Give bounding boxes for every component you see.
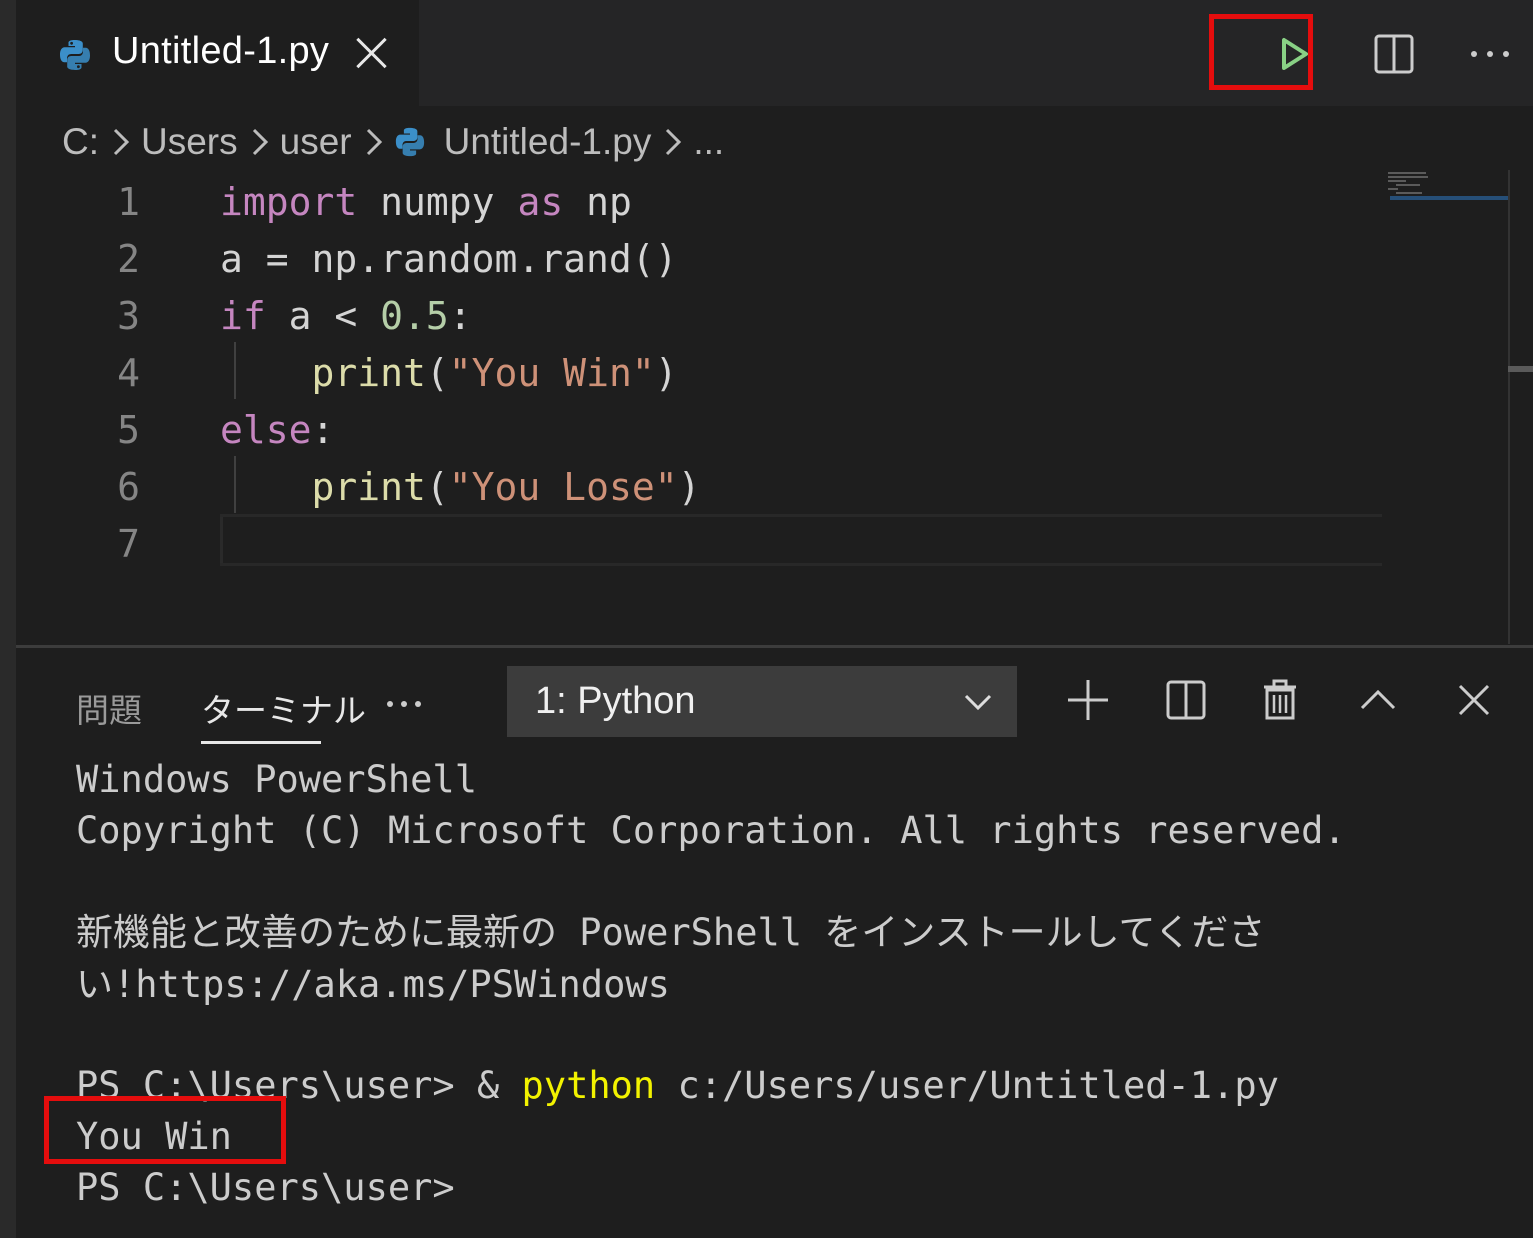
run-button-highlight-box bbox=[1209, 14, 1313, 90]
kill-terminal-button[interactable] bbox=[1258, 678, 1302, 722]
breadcrumb-file[interactable]: Untitled-1.py bbox=[394, 121, 652, 163]
split-editor-button[interactable] bbox=[1372, 32, 1416, 76]
terminal-line: 新機能と改善のために最新の PowerShell をインストールしてください!h… bbox=[76, 911, 1266, 1006]
breadcrumb-users[interactable]: Users bbox=[141, 121, 238, 163]
breadcrumb-drive[interactable]: C: bbox=[62, 121, 99, 163]
split-terminal-button[interactable] bbox=[1164, 678, 1208, 722]
panel-more-button[interactable] bbox=[382, 682, 426, 722]
current-line-highlight bbox=[220, 514, 1382, 566]
terminal-line: Copyright (C) Microsoft Corporation. All… bbox=[76, 809, 1346, 852]
close-icon bbox=[1458, 684, 1490, 716]
code-editor[interactable]: 1 import numpy as np 2 a = np.random.ran… bbox=[16, 170, 1533, 644]
ellipsis-icon bbox=[1471, 51, 1509, 57]
line-number: 7 bbox=[117, 522, 140, 566]
python-file-icon bbox=[395, 127, 424, 157]
line-number: 5 bbox=[117, 408, 140, 452]
more-actions-button[interactable] bbox=[1466, 30, 1514, 78]
line-number: 4 bbox=[117, 351, 140, 395]
maximize-panel-button[interactable] bbox=[1356, 678, 1400, 722]
editor-tab-title: Untitled-1.py bbox=[112, 30, 330, 72]
close-panel-button[interactable] bbox=[1452, 678, 1496, 722]
line-number: 3 bbox=[117, 294, 140, 338]
chevron-right-icon bbox=[666, 128, 682, 156]
output-highlight-box bbox=[44, 1096, 286, 1164]
ellipsis-icon bbox=[387, 701, 421, 707]
chevron-right-icon bbox=[252, 128, 268, 156]
code-line: 1 import numpy as np bbox=[16, 172, 1416, 229]
split-terminal-icon bbox=[1166, 680, 1206, 720]
line-number: 6 bbox=[117, 465, 140, 509]
terminal-line: Windows PowerShell bbox=[76, 758, 477, 801]
line-number: 1 bbox=[117, 180, 140, 224]
chevron-down-icon bbox=[964, 694, 992, 711]
tab-terminal[interactable]: ターミナル bbox=[201, 684, 366, 732]
python-file-icon bbox=[58, 38, 92, 77]
breadcrumb-user[interactable]: user bbox=[280, 121, 352, 163]
chevron-right-icon bbox=[366, 128, 382, 156]
code-line: 3 if a < 0.5: bbox=[16, 286, 1416, 343]
code-line: 6 print("You Lose") bbox=[16, 457, 1416, 514]
split-editor-icon bbox=[1374, 34, 1414, 74]
terminal-select-dropdown[interactable]: 1: Python bbox=[507, 666, 1017, 737]
chevron-right-icon bbox=[113, 128, 130, 156]
breadcrumb-symbol[interactable]: ... bbox=[693, 121, 724, 163]
code-line: 2 a = np.random.rand() bbox=[16, 229, 1416, 286]
breadcrumb-file-label: Untitled-1.py bbox=[443, 121, 652, 162]
terminal-prompt: PS C:\Users\user> bbox=[76, 1166, 455, 1209]
breadcrumb: C: Users user Untitled-1.py ... bbox=[62, 116, 724, 168]
activity-bar-edge bbox=[0, 0, 16, 1238]
tab-problems[interactable]: 問題 bbox=[76, 684, 142, 732]
close-icon[interactable] bbox=[354, 36, 388, 70]
code-line: 4 print("You Win") bbox=[16, 343, 1416, 400]
new-terminal-button[interactable] bbox=[1066, 678, 1110, 722]
terminal-select-value: 1: Python bbox=[535, 680, 696, 722]
trash-icon bbox=[1264, 679, 1296, 720]
active-tab-indicator bbox=[201, 741, 321, 744]
editor-scrollbar-thumb[interactable] bbox=[1508, 366, 1533, 372]
chevron-up-icon bbox=[1360, 689, 1396, 710]
plus-icon bbox=[1068, 680, 1108, 720]
editor-scrollbar-track[interactable] bbox=[1508, 170, 1510, 644]
code-line: 5 else: bbox=[16, 400, 1416, 457]
line-number: 2 bbox=[117, 237, 140, 281]
minimap-viewport[interactable] bbox=[1390, 196, 1510, 200]
editor-tab[interactable]: Untitled-1.py bbox=[16, 0, 419, 106]
